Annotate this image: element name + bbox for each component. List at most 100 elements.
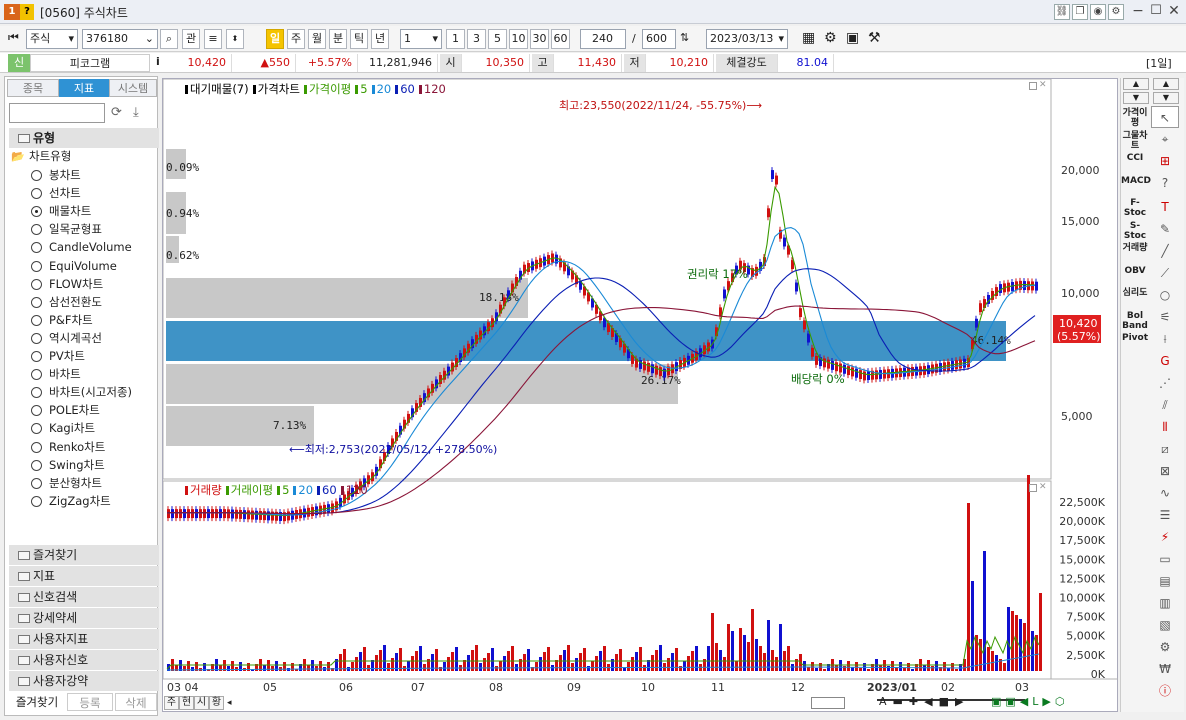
legend-entry[interactable]: 가격차트 [258, 82, 300, 96]
minimize-icon[interactable]: − [1130, 4, 1146, 20]
section-item[interactable]: 강세약세 [9, 608, 159, 628]
indicator-button[interactable]: Bol Band [1121, 311, 1149, 331]
playback-controls[interactable]: A▬✚◀■▶ [879, 695, 969, 708]
scroll-left-icon[interactable]: ◂ [227, 696, 239, 710]
chart-bottom-tab[interactable]: 주 [164, 696, 179, 710]
chart-bottom-tab[interactable]: 현 [179, 696, 194, 710]
register-button[interactable]: 등록 [67, 693, 113, 711]
radio-icon[interactable] [31, 260, 42, 272]
indicator-button[interactable]: 그물차트 [1121, 131, 1149, 151]
chart-type-item[interactable]: Kagi차트 [49, 419, 95, 437]
chart-type-item[interactable]: ZigZag차트 [49, 492, 111, 510]
grid-tool-icon[interactable]: ⊠ [1151, 460, 1179, 482]
radio-icon[interactable] [31, 188, 42, 200]
settings-icon[interactable]: ⚙ [824, 30, 837, 46]
chart-canvas[interactable]: 0.09%0.94%0.62%18.18%46.14%26.17%7.13%20… [163, 79, 1119, 713]
link-icon[interactable]: ⛓ [1054, 4, 1070, 20]
minute-button[interactable]: 60 [551, 29, 570, 49]
legend-entry[interactable]: 120 [424, 82, 446, 96]
indicator-button[interactable]: CCI [1121, 153, 1149, 163]
indicator-button[interactable]: MACD [1121, 176, 1151, 186]
section-item[interactable]: 즐겨찾기 [9, 545, 159, 565]
info-icon[interactable]: i [156, 55, 160, 68]
chart-type-item[interactable]: Swing차트 [49, 456, 105, 474]
bottom-tab-favorites[interactable]: 즐겨찾기 [9, 693, 65, 711]
tab-indicators[interactable]: 지표 [59, 79, 109, 97]
close-icon[interactable]: ✕ [1166, 4, 1182, 20]
doc-icon[interactable]: ▤ [1151, 570, 1179, 592]
zoom-slider[interactable] [811, 697, 845, 709]
help-logo[interactable]: ? [20, 4, 34, 20]
maximize-icon[interactable]: ☐ [1148, 4, 1164, 20]
fibo-icon[interactable]: ⚟ [1151, 306, 1179, 328]
indicator-button[interactable]: 거래량 [1121, 243, 1149, 253]
tool-up-icon[interactable]: ▲ [1153, 78, 1179, 90]
legend-entry[interactable]: 대기매물(7) [190, 82, 249, 96]
all-icon[interactable]: ⊞ [1151, 150, 1179, 172]
radio-icon[interactable] [31, 423, 42, 435]
legend-entry[interactable]: 120 [346, 483, 368, 497]
camera-icon[interactable]: ◉ [1090, 4, 1106, 20]
chart-type-item[interactable]: Renko차트 [49, 438, 105, 456]
circle-icon[interactable]: ○ [1151, 284, 1179, 306]
radio-icon[interactable] [31, 369, 42, 381]
radio-icon[interactable] [31, 314, 42, 326]
indicator-button[interactable]: OBV [1121, 266, 1149, 276]
chart-type-group[interactable]: 차트유형 [29, 148, 71, 164]
vol-pane-max-icon[interactable] [1029, 484, 1037, 492]
window-icon[interactable]: ▭ [1151, 548, 1179, 570]
legend-entry[interactable]: 20 [377, 82, 392, 96]
chart-type-item[interactable]: 일목균형표 [49, 220, 102, 238]
total-input[interactable]: 600 [642, 29, 676, 49]
export-icons[interactable]: ▣▣◀L▶⬡ [991, 695, 1068, 708]
chart-area[interactable]: 0.09% 0.94% 0.62% 18.18% 46.14% 26.17% 7.13% 20… [162, 78, 1118, 712]
chart-type-item[interactable]: PV차트 [49, 347, 85, 365]
tab-system[interactable]: 시스템 [109, 79, 157, 97]
vol-pane-close-icon[interactable]: ✕ [1039, 482, 1047, 492]
pane-close-icon[interactable]: ✕ [1039, 80, 1047, 90]
radio-icon[interactable] [31, 441, 42, 453]
cursor-icon[interactable]: ↖ [1151, 106, 1179, 128]
watch-button[interactable]: 관 [182, 29, 200, 49]
market-select[interactable]: 주식 ▾ [26, 29, 78, 49]
radio-icon[interactable] [31, 477, 42, 489]
legend-entry[interactable]: 가격이평 [309, 82, 351, 96]
copy-icon[interactable]: ❐ [1072, 4, 1088, 20]
chart-type-item[interactable]: POLE차트 [49, 401, 100, 419]
period-button[interactable]: 월 [308, 29, 326, 49]
period-button[interactable]: 년 [371, 29, 389, 49]
delete-button[interactable]: 삭제 [115, 693, 157, 711]
indicator-button[interactable]: S-Stoc [1121, 221, 1149, 241]
download-icon[interactable]: ⤓ [133, 105, 139, 120]
radio-icon[interactable] [31, 296, 42, 308]
link-arrows-icon[interactable]: ⇅ [680, 31, 689, 44]
search-icon[interactable]: ⌕ [160, 29, 178, 49]
chart-type-item[interactable]: 매물차트 [49, 202, 91, 220]
radio-icon[interactable] [31, 405, 42, 417]
bars-icon[interactable]: ⫴ [1151, 416, 1179, 438]
legend-entry[interactable]: 60 [322, 483, 337, 497]
auto-icon[interactable]: ⚡ [1151, 526, 1179, 548]
indicator-button[interactable]: 가격이평 [1121, 108, 1149, 128]
grid-icon[interactable]: ▦ [802, 30, 815, 46]
radio-icon[interactable] [31, 170, 42, 181]
minute-button[interactable]: 1 [446, 29, 465, 49]
minute-button[interactable]: 3 [467, 29, 486, 49]
radio-icon[interactable] [31, 206, 42, 218]
crosshair-icon[interactable]: ⌖ [1151, 128, 1179, 150]
legend-entry[interactable]: 거래이평 [231, 483, 273, 497]
line-icon[interactable]: ╱ [1151, 240, 1179, 262]
chart-bottom-tab[interactable]: 시 [194, 696, 209, 710]
wrench-icon[interactable]: ⚙ [1151, 636, 1179, 658]
trend-icon[interactable]: ⟊ [1151, 328, 1179, 350]
radio-icon[interactable] [31, 387, 42, 399]
minute-button[interactable]: 10 [509, 29, 528, 49]
indicator-button[interactable]: Pivot [1121, 333, 1149, 343]
radio-icon[interactable] [31, 224, 42, 236]
section-item[interactable]: 사용자신호 [9, 650, 159, 670]
radio-icon[interactable] [31, 332, 42, 344]
scroll-down-icon[interactable]: ▼ [1123, 92, 1149, 104]
text-icon[interactable]: T [1151, 196, 1179, 218]
section-item[interactable]: 사용자지표 [9, 629, 159, 649]
minute-button[interactable]: 5 [488, 29, 507, 49]
